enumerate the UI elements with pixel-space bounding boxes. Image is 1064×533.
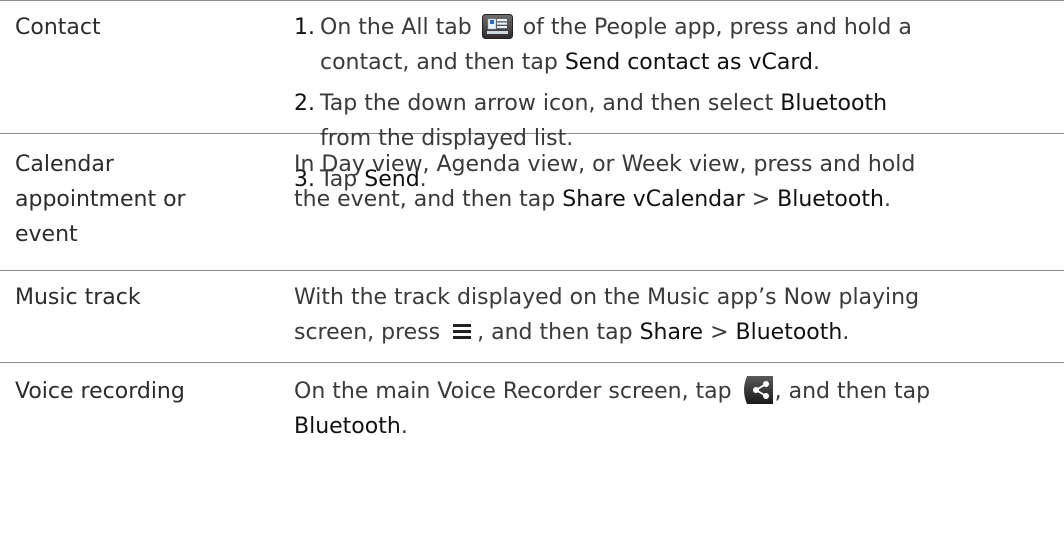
- desc-text-segment: .: [842, 320, 850, 345]
- row-label-text: Voice recording: [15, 379, 185, 404]
- instruction-table: Contact 1. On the All tab of the People …: [0, 0, 1064, 531]
- desc-text-segment: .: [883, 187, 891, 212]
- row-label-text: appointment or: [15, 187, 186, 212]
- ui-term: Bluetooth: [780, 91, 888, 116]
- step-text-segment: Tap the down arrow icon, and then select: [320, 91, 774, 116]
- row-description: 1. On the All tab of the People app, pre…: [294, 10, 1054, 192]
- desc-text-segment: screen, press: [294, 320, 441, 345]
- row-label-text: Contact: [15, 15, 101, 40]
- desc-text-segment: .: [400, 414, 408, 439]
- step-number: 1.: [294, 15, 315, 40]
- step-item: 2. Tap the down arrow icon, and then sel…: [294, 86, 1054, 156]
- ui-term: Bluetooth: [294, 414, 401, 439]
- ui-term: Share: [639, 320, 704, 345]
- row-label-text: Calendar: [15, 152, 114, 177]
- table-row: Contact 1. On the All tab of the People …: [0, 0, 1064, 192]
- desc-text-segment: , and then tap: [774, 379, 931, 404]
- desc-line: In Day view, Agenda view, or Week view, …: [294, 152, 916, 177]
- row-label: Contact: [0, 10, 294, 133]
- desc-text-segment: On the main Voice Recorder screen, tap: [294, 379, 732, 404]
- step-number: 2.: [294, 91, 315, 116]
- menu-separator: >: [710, 320, 729, 345]
- row-label-text: Music track: [15, 285, 141, 310]
- row-description: In Day view, Agenda view, or Week view, …: [294, 147, 1054, 270]
- table-row: Voice recording On the main Voice Record…: [0, 363, 1064, 531]
- row-label: Calendar appointment or event: [0, 147, 294, 270]
- step-text-segment: of the People app, press and hold a: [522, 15, 912, 40]
- people-all-tab-icon: [481, 14, 513, 39]
- row-label-text: event: [15, 222, 78, 247]
- desc-line: On the main Voice Recorder screen, tap ,…: [294, 374, 1054, 409]
- menu-separator: >: [751, 187, 771, 212]
- step-text-segment: On the All tab: [320, 15, 472, 40]
- ui-term: Send contact as vCard: [564, 50, 813, 75]
- desc-line: Bluetooth.: [294, 409, 1054, 444]
- ui-term: Share vCalendar: [562, 187, 745, 212]
- step-item: 1. On the All tab of the People app, pre…: [294, 10, 1054, 80]
- desc-text-segment: the event, and then tap: [294, 187, 556, 212]
- row-label: Voice recording: [0, 374, 294, 531]
- voice-share-icon: [743, 376, 773, 404]
- desc-text-segment: , and then tap: [477, 320, 633, 345]
- step-text: On the All tab of the People app, press …: [314, 10, 1054, 80]
- row-description: On the main Voice Recorder screen, tap ,…: [294, 374, 1054, 531]
- ui-term: Bluetooth: [735, 320, 843, 345]
- row-description: With the track displayed on the Music ap…: [294, 280, 1054, 362]
- desc-line: the event, and then tap Share vCalendar …: [294, 182, 1054, 217]
- row-label: Music track: [0, 280, 294, 362]
- step-text-segment: contact, and then tap: [320, 50, 558, 75]
- table-row: Calendar appointment or event In Day vie…: [0, 134, 1064, 271]
- menu-icon: [453, 324, 472, 339]
- desc-line: With the track displayed on the Music ap…: [294, 285, 920, 310]
- table-row: Music track With the track displayed on …: [0, 271, 1064, 363]
- step-text: Tap the down arrow icon, and then select…: [314, 86, 1054, 156]
- step-text-segment: .: [812, 50, 820, 75]
- ui-term: Bluetooth: [777, 187, 884, 212]
- desc-line: screen, press , and then tap Share > Blu…: [294, 315, 1054, 350]
